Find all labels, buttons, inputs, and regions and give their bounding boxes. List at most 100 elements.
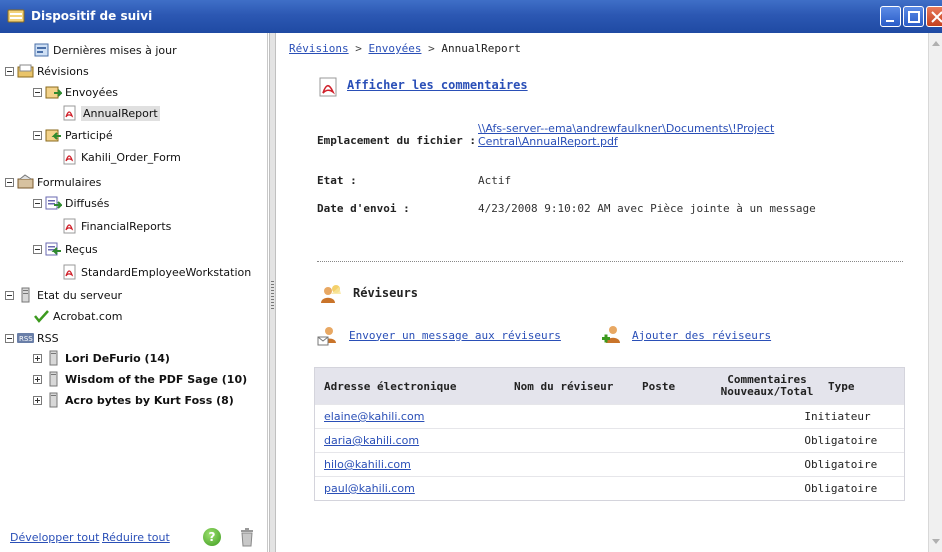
pdf-file-icon (63, 218, 76, 234)
collapse-toggle[interactable] (5, 333, 14, 343)
collapse-toggle[interactable] (5, 290, 14, 300)
column-header-post[interactable]: Poste (633, 380, 701, 393)
reviewers-title: Réviseurs (353, 286, 419, 300)
pdf-icon (319, 77, 337, 97)
panel-splitter[interactable] (269, 33, 276, 552)
view-comments-link[interactable]: Afficher les commentaires (347, 78, 528, 92)
send-message-action[interactable]: Envoyer un message aux réviseurs (317, 323, 561, 347)
forms-folder-icon (17, 174, 34, 189)
tree-item-acrobat-com[interactable]: Acrobat.com (33, 305, 122, 327)
expand-toggle[interactable] (33, 353, 42, 363)
reviewers-icon (321, 285, 341, 303)
close-button[interactable] (926, 6, 942, 27)
column-header-reviewer-name[interactable]: Nom du réviseur (505, 380, 633, 393)
table-row[interactable]: paul@kahili.com Obligatoire (315, 476, 904, 500)
svg-text:RSS: RSS (19, 335, 33, 343)
column-header-comments[interactable]: Commentaires Nouveaux/Total (701, 374, 819, 398)
collapse-toggle[interactable] (33, 244, 42, 254)
tree-footer: Développer tout Réduire tout ? (0, 523, 268, 552)
pdf-file-icon (63, 264, 76, 280)
scroll-up-icon[interactable] (932, 41, 940, 46)
column-header-type[interactable]: Type (819, 380, 904, 393)
tree-item-feed-lori-defurio[interactable]: Lori DeFurio (14) (33, 347, 170, 369)
add-reviewers-link[interactable]: Ajouter des réviseurs (632, 329, 771, 342)
tree-item-label: Diffusés (65, 196, 110, 210)
tree-item-kahili-order-form[interactable]: Kahili_Order_Form (61, 146, 181, 168)
table-row[interactable]: daria@kahili.com Obligatoire (315, 428, 904, 452)
collapse-toggle[interactable] (5, 66, 14, 76)
checkmark-icon (34, 310, 49, 323)
feed-server-icon (49, 350, 58, 366)
send-message-link[interactable]: Envoyer un message aux réviseurs (349, 329, 561, 342)
collapse-toggle[interactable] (33, 130, 42, 140)
table-row[interactable]: elaine@kahili.com Initiateur (315, 404, 904, 428)
send-message-icon (317, 327, 336, 346)
tree-item-rss[interactable]: RSS RSS (5, 327, 59, 349)
reviewer-email-link[interactable]: hilo@kahili.com (315, 458, 704, 471)
expand-all-link[interactable]: Développer tout (10, 531, 99, 544)
close-icon (931, 11, 942, 23)
reviewer-type: Obligatoire (804, 458, 878, 471)
tree-item-label: Reçus (65, 242, 98, 256)
minimize-button[interactable] (880, 6, 901, 27)
details-panel: Révisions > Envoyées > AnnualReport Affi… (277, 33, 927, 552)
reviewer-email-link[interactable]: daria@kahili.com (315, 434, 704, 447)
scroll-down-icon[interactable] (932, 539, 940, 544)
add-reviewers-action[interactable]: Ajouter des réviseurs (600, 323, 771, 347)
breadcrumb: Révisions > Envoyées > AnnualReport (289, 42, 521, 55)
tree-item-latest-updates[interactable]: Dernières mises à jour (33, 39, 177, 61)
table-header: Adresse électronique Nom du réviseur Pos… (315, 368, 904, 404)
file-location-link[interactable]: \\Afs-server--ema\andrewfaulkner\Documen… (478, 122, 838, 148)
expand-toggle[interactable] (33, 395, 42, 405)
column-header-email[interactable]: Adresse électronique (315, 380, 505, 393)
help-button[interactable]: ? (203, 528, 221, 546)
tree-item-server-status[interactable]: Etat du serveur (5, 284, 122, 306)
maximize-button[interactable] (903, 6, 924, 27)
vertical-scrollbar[interactable] (928, 33, 942, 552)
breadcrumb-sent[interactable]: Envoyées (368, 42, 421, 55)
splitter-grip[interactable] (271, 281, 274, 309)
collapse-toggle[interactable] (5, 177, 14, 187)
tree-item-label: Envoyées (65, 85, 118, 99)
minimize-icon (886, 20, 894, 22)
collapse-toggle[interactable] (33, 87, 42, 97)
tree-item-participated[interactable]: Participé (33, 124, 113, 146)
tree-item-label: Dernières mises à jour (53, 43, 177, 57)
collapse-all-link[interactable]: Réduire tout (102, 531, 170, 544)
expand-toggle[interactable] (33, 374, 42, 384)
table-row[interactable]: hilo@kahili.com Obligatoire (315, 452, 904, 476)
tree-item-sent[interactable]: Envoyées (33, 81, 118, 103)
tree-item-feed-wisdom-pdf-sage[interactable]: Wisdom of the PDF Sage (10) (33, 368, 247, 390)
tree-item-label: Etat du serveur (37, 288, 123, 302)
reviewers-table: Adresse électronique Nom du réviseur Pos… (314, 367, 905, 501)
reviewer-type: Obligatoire (804, 482, 878, 495)
tree-item-label: Acro bytes by Kurt Foss (8) (65, 393, 234, 407)
reviewer-type: Obligatoire (804, 434, 878, 447)
maximize-icon (908, 11, 920, 23)
reviewer-type: Initiateur (804, 410, 871, 423)
tree-item-label: StandardEmployeeWorkstation (81, 265, 252, 279)
tree-item-reviews[interactable]: Révisions (5, 60, 89, 82)
state-label: Etat : (317, 174, 357, 187)
tree-item-annualreport[interactable]: AnnualReport (61, 102, 160, 124)
tree-item-distributed[interactable]: Diffusés (33, 192, 109, 214)
tree-item-label: Kahili_Order_Form (81, 150, 181, 164)
updates-icon (34, 43, 49, 57)
tree-item-financialreports[interactable]: FinancialReports (61, 215, 171, 237)
sent-date-label: Date d'envoi : (317, 202, 410, 215)
collapse-toggle[interactable] (33, 198, 42, 208)
pdf-file-icon (63, 105, 76, 121)
tree-item-feed-acro-bytes[interactable]: Acro bytes by Kurt Foss (8) (33, 389, 234, 411)
tree-item-label: Lori DeFurio (14) (65, 351, 170, 365)
reviewer-email-link[interactable]: elaine@kahili.com (315, 410, 704, 423)
reviewer-email-link[interactable]: paul@kahili.com (315, 482, 704, 495)
trash-icon[interactable] (239, 527, 255, 547)
window-title: Dispositif de suivi (31, 9, 153, 23)
breadcrumb-current: AnnualReport (441, 42, 521, 55)
breadcrumb-reviews[interactable]: Révisions (289, 42, 349, 55)
tree-item-forms[interactable]: Formulaires (5, 171, 101, 193)
tree-item-standardemployeeworkstation[interactable]: StandardEmployeeWorkstation (61, 261, 251, 283)
sent-folder-icon (45, 86, 62, 99)
tree-item-received[interactable]: Reçus (33, 238, 98, 260)
tree-item-label: AnnualReport (81, 105, 160, 121)
